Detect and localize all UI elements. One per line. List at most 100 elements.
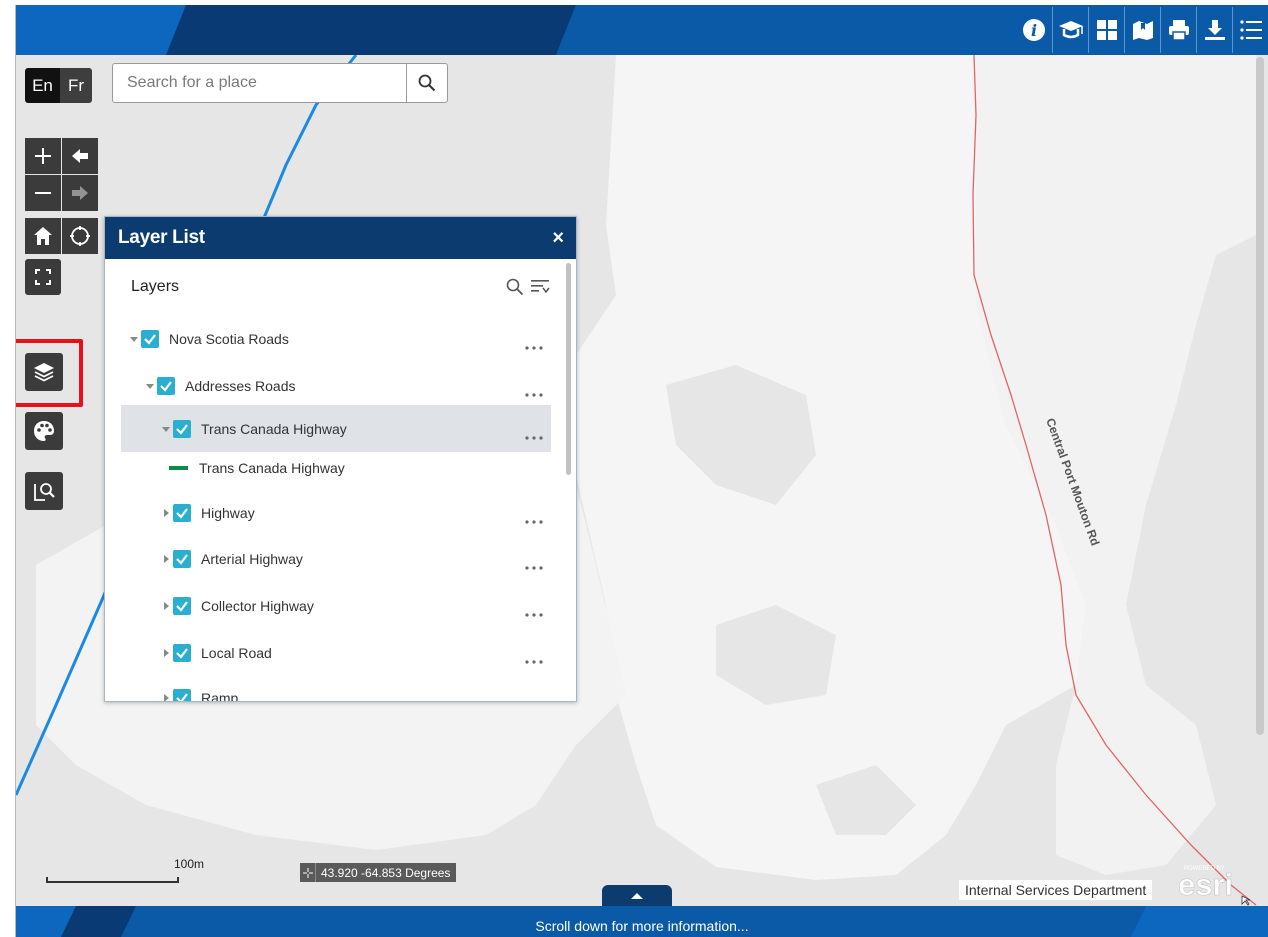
query-button[interactable]	[25, 472, 63, 510]
layer-name: Local Road	[201, 644, 272, 661]
download-button[interactable]	[1196, 7, 1232, 53]
layer-options-button[interactable]	[525, 384, 543, 402]
layer-visibility-checkbox[interactable]	[173, 596, 191, 615]
more-icon	[525, 613, 543, 617]
footer-text[interactable]: Scroll down for more information...	[16, 906, 1268, 937]
check-icon	[160, 380, 172, 392]
arrow-right-icon	[72, 186, 88, 200]
search-button[interactable]	[406, 64, 447, 102]
esri-wordmark: esri	[1178, 867, 1233, 902]
check-icon	[176, 423, 188, 435]
expand-icon[interactable]	[161, 648, 171, 658]
coordinate-display[interactable]: 43.920 -64.853 Degrees	[300, 863, 457, 882]
search-icon	[418, 74, 436, 92]
layer-list-button[interactable]	[25, 353, 63, 391]
collapse-icon[interactable]	[145, 381, 155, 391]
search-widget: Search for a place	[112, 63, 448, 103]
basemap-style-button[interactable]	[25, 412, 63, 450]
layer-item[interactable]: Nova Scotia Roads	[121, 315, 551, 362]
info-icon: i	[1023, 19, 1045, 41]
layer-options-button[interactable]	[525, 427, 543, 445]
palette-icon	[34, 421, 54, 441]
layer-options-button[interactable]	[525, 651, 543, 669]
minus-icon	[35, 192, 51, 194]
layer-item[interactable]: Ramp	[121, 674, 551, 702]
close-button[interactable]: ×	[552, 228, 564, 248]
list-icon	[1239, 20, 1262, 40]
english-button[interactable]: En	[25, 68, 60, 103]
french-button[interactable]: Fr	[60, 68, 92, 103]
previous-extent-button[interactable]	[62, 138, 98, 174]
layer-visibility-checkbox[interactable]	[173, 688, 191, 701]
check-icon	[176, 647, 188, 659]
layers-icon	[34, 363, 54, 382]
layer-item[interactable]: Arterial Highway	[121, 535, 551, 582]
layer-visibility-checkbox[interactable]	[157, 376, 175, 395]
layer-item[interactable]: Local Road	[121, 629, 551, 676]
panel-subheader: Layers	[105, 259, 576, 315]
printer-icon	[1168, 20, 1189, 41]
layer-options-button[interactable]	[525, 557, 543, 575]
scale-bar-line	[46, 877, 179, 883]
filter-sort-icon[interactable]	[530, 278, 550, 296]
arrow-left-icon	[72, 149, 88, 163]
basemap-gallery-button[interactable]	[1088, 7, 1124, 53]
language-toggle: En Fr	[25, 68, 92, 103]
layer-visibility-checkbox[interactable]	[173, 419, 191, 438]
search-icon[interactable]	[506, 278, 524, 296]
panel-scrollbar[interactable]	[566, 263, 571, 475]
page-scrollbar[interactable]	[1256, 57, 1264, 735]
layer-name: Ramp	[201, 689, 239, 702]
attribution[interactable]: Internal Services Department	[959, 880, 1153, 900]
layer-options-button[interactable]	[525, 604, 543, 622]
layer-options-button[interactable]	[525, 337, 543, 355]
layer-visibility-checkbox[interactable]	[173, 643, 191, 662]
layer-name: Trans Canada Highway	[201, 420, 347, 437]
expand-icon[interactable]	[161, 508, 171, 518]
svg-text:i: i	[1031, 21, 1037, 40]
bookmarks-button[interactable]	[1124, 7, 1160, 53]
next-extent-button[interactable]	[62, 175, 98, 211]
map-bookmark-icon	[1132, 21, 1153, 40]
collapse-icon[interactable]	[129, 334, 139, 344]
legend-label: Trans Canada Highway	[199, 460, 345, 476]
expand-icon[interactable]	[161, 693, 171, 701]
home-icon	[34, 227, 52, 245]
layer-options-button[interactable]	[525, 696, 543, 701]
expand-icon[interactable]	[161, 601, 171, 611]
fullscreen-button[interactable]	[25, 259, 61, 295]
about-button[interactable]: i	[1016, 7, 1052, 53]
plus-icon	[35, 148, 51, 164]
locate-button[interactable]	[62, 218, 98, 254]
header-toolbar: i	[1016, 5, 1268, 55]
layer-item[interactable]: Collector Highway	[121, 582, 551, 629]
more-icon	[525, 393, 543, 397]
expand-footer-button[interactable]	[602, 885, 672, 907]
layer-item[interactable]: Highway	[121, 489, 551, 536]
scale-bar: 100m	[46, 857, 204, 885]
zoom-in-button[interactable]	[25, 138, 61, 174]
legend-button[interactable]	[1232, 7, 1268, 53]
layer-item[interactable]: Trans Canada Highway	[121, 405, 551, 452]
web-map-app: Central Port Mouton Rd i En Fr Search fo…	[15, 5, 1268, 937]
layer-visibility-checkbox[interactable]	[173, 549, 191, 568]
download-icon	[1204, 20, 1225, 40]
app-footer: Scroll down for more information...	[16, 906, 1268, 937]
layer-item[interactable]: Addresses Roads	[121, 362, 551, 409]
layer-visibility-checkbox[interactable]	[141, 329, 159, 348]
search-input[interactable]: Search for a place	[113, 64, 406, 102]
esri-logo[interactable]: POWERED BY esri	[1176, 860, 1256, 906]
layer-options-button[interactable]	[525, 511, 543, 529]
zoom-out-button[interactable]	[25, 175, 61, 211]
panel-header: Layer List ×	[105, 217, 576, 259]
print-button[interactable]	[1160, 7, 1196, 53]
collapse-icon[interactable]	[161, 424, 171, 434]
layer-visibility-checkbox[interactable]	[173, 503, 191, 522]
check-icon	[176, 553, 188, 565]
legend-swatch	[169, 466, 188, 470]
expand-icon[interactable]	[161, 554, 171, 564]
home-button[interactable]	[25, 218, 61, 254]
tutorial-button[interactable]	[1052, 7, 1088, 53]
layer-name: Addresses Roads	[185, 377, 296, 394]
more-icon	[525, 566, 543, 570]
